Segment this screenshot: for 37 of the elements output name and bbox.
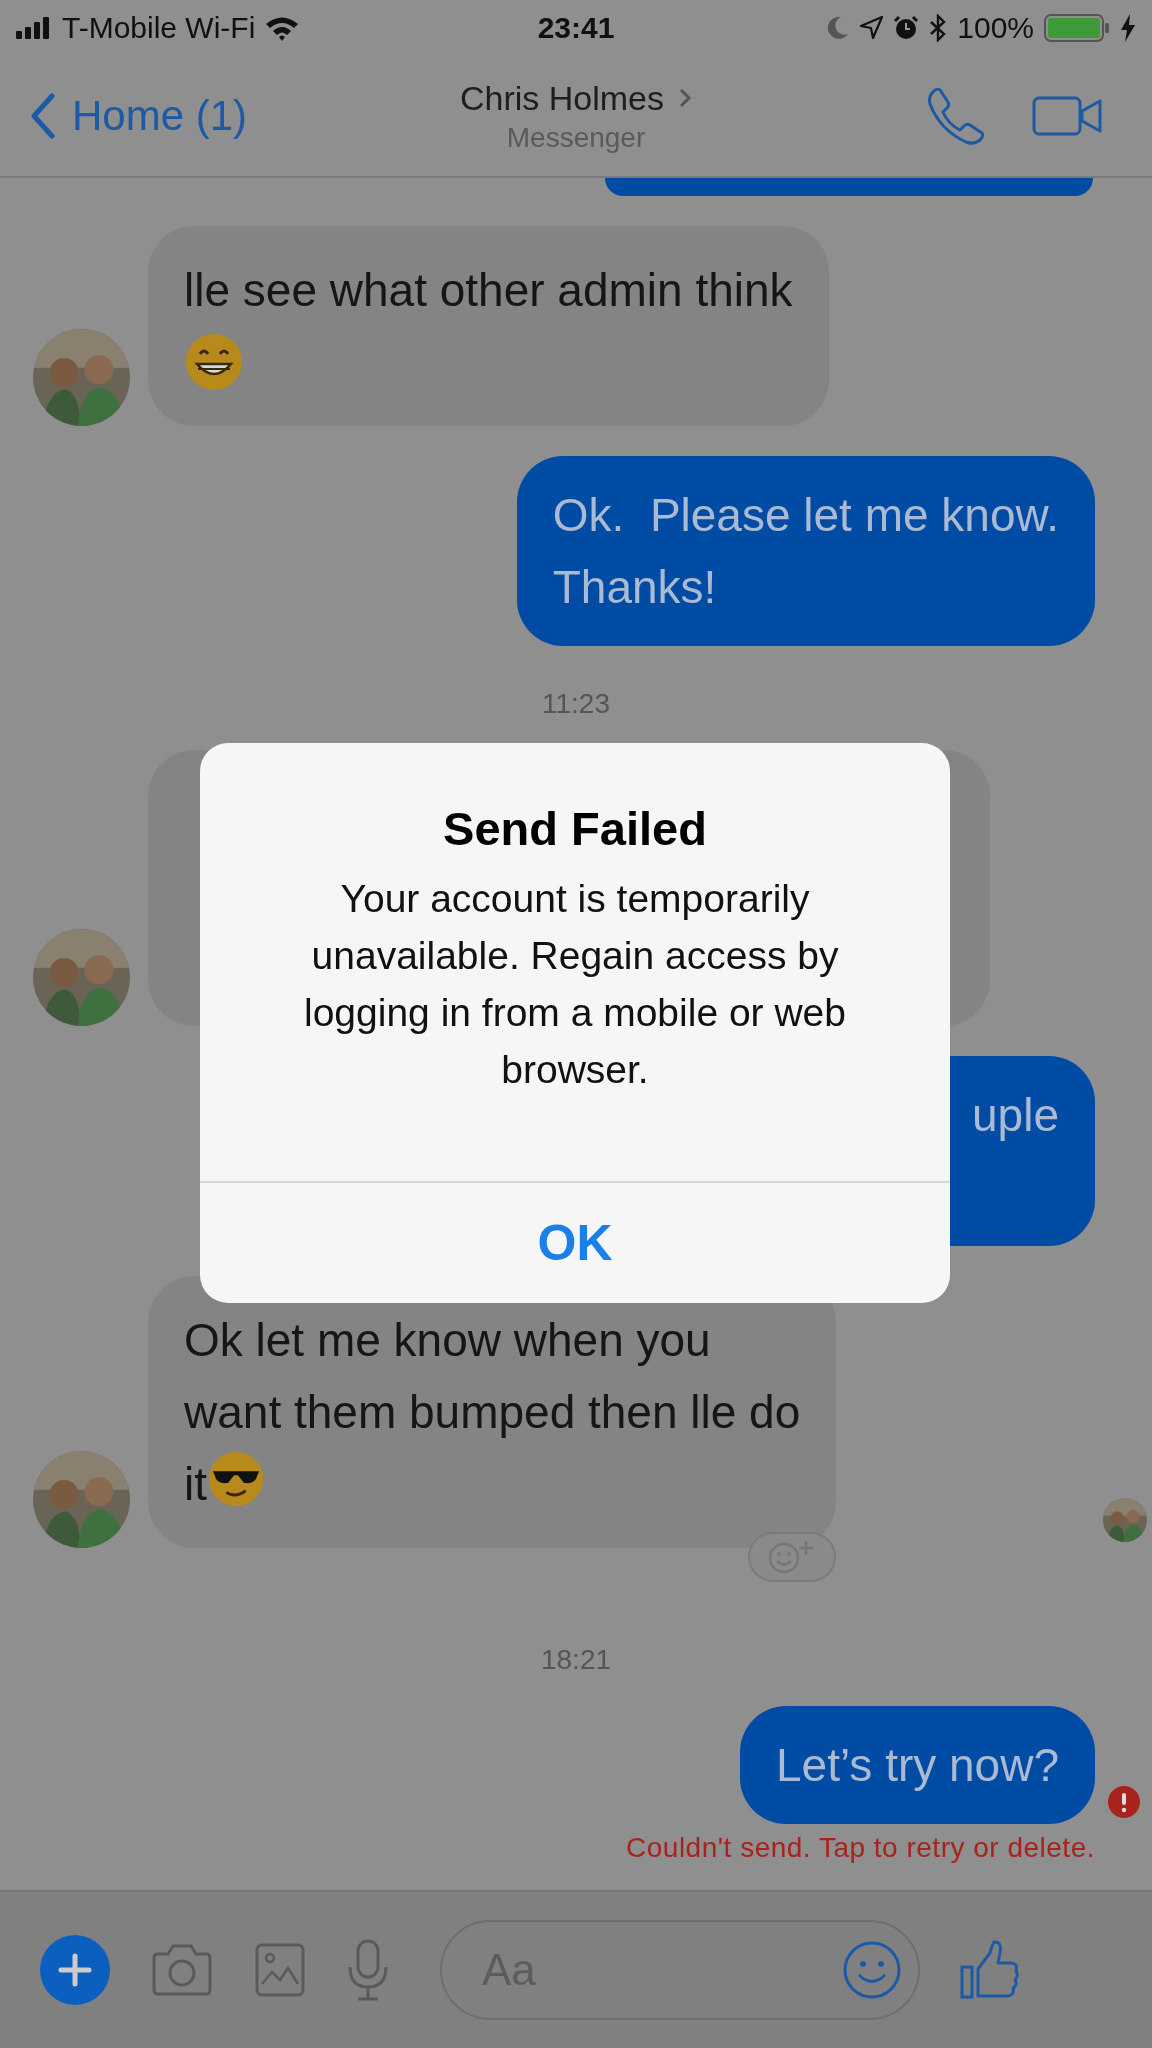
- ok-button[interactable]: OK: [200, 1181, 950, 1303]
- bluetooth-icon: [929, 14, 948, 42]
- message-text: Let’s try now?: [776, 1739, 1059, 1791]
- battery-percent: 100%: [957, 11, 1034, 45]
- chevron-right-icon: [678, 87, 692, 109]
- wifi-icon: [265, 15, 300, 41]
- plus-icon: [58, 1953, 92, 1987]
- carrier-name: T-Mobile Wi-Fi: [62, 11, 256, 45]
- camera-icon[interactable]: [150, 1942, 214, 1998]
- video-camera-icon[interactable]: [1032, 95, 1104, 137]
- smiley-icon[interactable]: [842, 1940, 902, 2000]
- avatar[interactable]: [1103, 1498, 1147, 1542]
- contact-name[interactable]: Chris Holmes: [460, 78, 664, 118]
- add-reaction-button[interactable]: [748, 1532, 837, 1582]
- thumbs-up-icon[interactable]: [960, 1939, 1020, 2001]
- timestamp: 18:21: [539, 1644, 613, 1676]
- alarm-clock-icon: [893, 15, 920, 41]
- phone-icon[interactable]: [926, 86, 986, 146]
- error-icon[interactable]: [1108, 1786, 1140, 1818]
- back-chevron-icon: [30, 93, 56, 139]
- image-icon[interactable]: [254, 1942, 306, 1998]
- charging-bolt-icon: [1120, 14, 1136, 42]
- signal-icon: [16, 17, 52, 39]
- message-text: lle see what other admin think: [184, 264, 793, 316]
- message-text: uple: [972, 1089, 1059, 1141]
- message-text: Ok let me know when you want them bumped then lle do it: [184, 1314, 801, 1510]
- back-button[interactable]: Home (1): [30, 92, 248, 140]
- moon-icon: [827, 16, 850, 40]
- location-arrow-icon: [859, 16, 884, 40]
- timestamp: 11:23: [541, 688, 611, 720]
- error-message[interactable]: Couldn't send. Tap to retry or delete.: [626, 1832, 1095, 1864]
- message-text: Ok. Please let me know. Thanks!: [552, 489, 1059, 613]
- dialog-title: Send Failed: [443, 801, 707, 856]
- microphone-icon[interactable]: [346, 1939, 390, 2001]
- battery-icon: [1044, 14, 1110, 42]
- clock-time: 23:41: [537, 11, 615, 45]
- dialog-message: Your account is temporarily unavailable. Regain access by logging in from a mobile or web browser.: [303, 876, 847, 1093]
